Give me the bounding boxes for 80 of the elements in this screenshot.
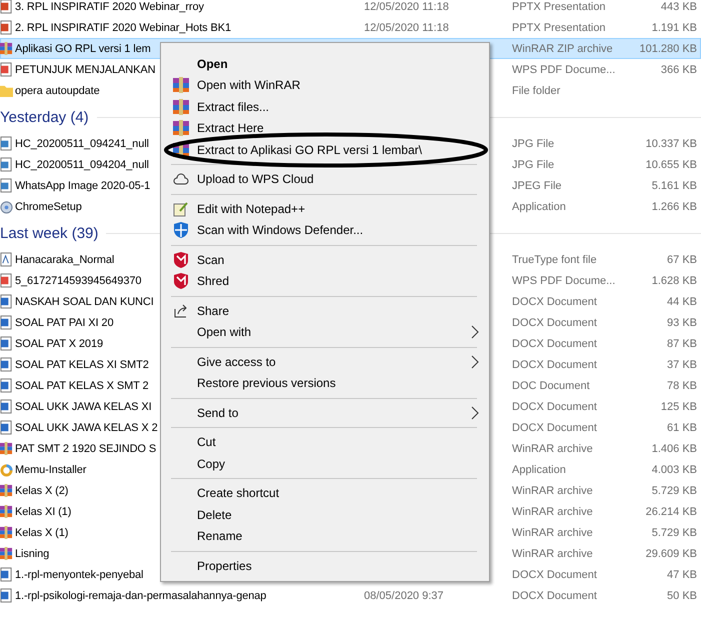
file-name: SOAL UKK JAWA KELAS X 2	[15, 422, 158, 434]
file-size: 1.628 KB	[650, 274, 698, 286]
file-name: SOAL PAT KELAS X SMT 2	[15, 380, 149, 392]
file-size: 87 KB	[666, 338, 698, 350]
file-name: Aplikasi GO RPL versi 1 lem	[15, 42, 151, 54]
file-type: JPG File	[512, 138, 556, 150]
file-type: WinRAR ZIP archive	[512, 42, 614, 54]
file-size: 1.406 KB	[650, 442, 698, 454]
date-modified: 08/05/2020 9:37	[364, 590, 445, 602]
file-size: 29.609 KB	[644, 548, 698, 560]
file-size: 101.280 KB	[638, 42, 698, 54]
file-type: JPG File	[512, 158, 556, 170]
file-type: DOCX Document	[512, 358, 598, 370]
file-name: 2. RPL INSPIRATIF 2020 Webinar_Hots BK1	[15, 22, 231, 34]
file-type: DOCX Document	[512, 296, 598, 308]
file-name: HC_20200511_094204_null	[15, 158, 149, 170]
file-size: 4.003 KB	[650, 464, 698, 476]
file-type: DOCX Document	[512, 400, 598, 412]
file-size: 366 KB	[660, 64, 698, 76]
file-name: ChromeSetup	[15, 200, 82, 212]
file-size: 44 KB	[666, 296, 698, 308]
file-type: Application	[512, 200, 567, 212]
file-size: 10.655 KB	[644, 158, 698, 170]
file-name: SOAL PAT X 2019	[15, 338, 103, 350]
date-modified: 12/05/2020 11:18	[364, 22, 450, 34]
file-type: Application	[512, 464, 567, 476]
file-size: 443 KB	[660, 0, 698, 12]
file-type: WinRAR archive	[512, 442, 594, 454]
file-size: 5.729 KB	[650, 526, 698, 538]
file-size: 26.214 KB	[644, 506, 698, 518]
file-type: WinRAR archive	[512, 548, 594, 560]
file-size: 61 KB	[666, 422, 698, 434]
file-name: Kelas X (2)	[15, 484, 68, 496]
file-name: NASKAH SOAL DAN KUNCI	[15, 296, 154, 308]
file-type: WPS PDF Docume...	[512, 274, 616, 286]
file-type: DOC Document	[512, 380, 591, 392]
file-type: WinRAR archive	[512, 484, 594, 496]
file-type: DOCX Document	[512, 590, 598, 602]
file-size: 5.161 KB	[650, 180, 698, 192]
file-type: WinRAR archive	[512, 506, 594, 518]
file-type: TrueType font file	[512, 254, 598, 266]
file-type: DOCX Document	[512, 568, 598, 580]
file-size: 93 KB	[666, 316, 698, 328]
file-name: 1.-rpl-psikologi-remaja-dan-permasalahannya-genap	[15, 590, 266, 602]
file-name: SOAL UKK JAWA KELAS XI	[15, 400, 152, 412]
file-type: JPEG File	[512, 180, 563, 192]
file-type: WPS PDF Docume...	[512, 64, 616, 76]
file-size: 1.191 KB	[650, 22, 698, 34]
file-name: PETUNJUK MENJALANKAN	[15, 64, 156, 76]
file-size: 47 KB	[666, 568, 698, 580]
file-type: DOCX Document	[512, 316, 598, 328]
file-type: WinRAR archive	[512, 526, 594, 538]
file-name: Kelas X (1)	[15, 526, 68, 538]
file-name: WhatsApp Image 2020-05-1	[15, 180, 150, 192]
file-name: SOAL PAT KELAS XI SMT2	[15, 358, 149, 370]
file-size: 125 KB	[660, 400, 698, 412]
file-name: 3. RPL INSPIRATIF 2020 Webinar_rroy	[15, 0, 204, 12]
file-name: Memu-Installer	[15, 464, 86, 476]
file-name: HC_20200511_094241_null	[15, 138, 149, 150]
file-type: PPTX Presentation	[512, 22, 607, 34]
file-name: opera autoupdate	[15, 84, 100, 96]
file-size: 50 KB	[666, 590, 698, 602]
file-type: File folder	[512, 84, 562, 96]
file-name: Kelas XI (1)	[15, 506, 72, 518]
file-name: 1.-rpl-menyontek-penyebal	[15, 568, 144, 580]
file-type: PPTX Presentation	[512, 0, 607, 12]
file-size: 10.337 KB	[644, 138, 698, 150]
file-type: DOCX Document	[512, 338, 598, 350]
file-name: SOAL PAT PAI XI 20	[15, 316, 114, 328]
file-size: 67 KB	[666, 254, 698, 266]
file-type: DOCX Document	[512, 422, 598, 434]
file-size: 37 KB	[666, 358, 698, 370]
file-size: 1.266 KB	[650, 200, 698, 212]
file-name: Hanacaraka_Normal	[15, 254, 114, 266]
file-name: Lisning	[15, 548, 50, 560]
file-name: PAT SMT 2 1920 SEJINDO S	[15, 442, 156, 454]
file-name: 5_6172714593945649370	[15, 274, 142, 286]
file-size: 5.729 KB	[650, 484, 698, 496]
date-modified: 12/05/2020 11:18	[364, 0, 450, 12]
file-size: 78 KB	[666, 380, 698, 392]
